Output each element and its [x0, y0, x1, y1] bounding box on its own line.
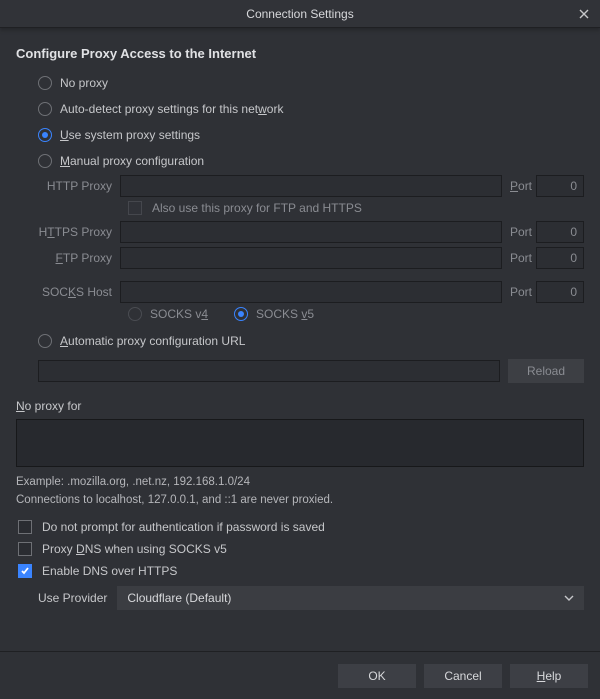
- radio-icon: [38, 334, 52, 348]
- radio-manual-proxy[interactable]: Manual proxy configuration: [38, 149, 584, 173]
- opt-label: Proxy DNS when using SOCKS v5: [42, 542, 227, 556]
- also-use-label: Also use this proxy for FTP and HTTPS: [152, 201, 362, 215]
- radio-socks-v4[interactable]: SOCKS v4: [128, 307, 208, 321]
- port-label: Port: [502, 251, 536, 265]
- socks-host-label: SOCKS Host: [38, 285, 120, 299]
- radio-icon: [38, 128, 52, 142]
- auto-config-url-input[interactable]: [38, 360, 500, 382]
- checkbox-icon: [18, 564, 32, 578]
- options-block: Do not prompt for authentication if pass…: [16, 520, 584, 610]
- http-proxy-label: HTTP Proxy: [38, 179, 120, 193]
- opt-enable-doh[interactable]: Enable DNS over HTTPS: [18, 564, 584, 578]
- close-icon: [579, 9, 589, 19]
- socks-port-input[interactable]: [536, 281, 584, 303]
- opt-label: Enable DNS over HTTPS: [42, 564, 177, 578]
- http-proxy-port-input[interactable]: [536, 175, 584, 197]
- socks-version-row: SOCKS v4 SOCKS v5: [128, 307, 584, 321]
- ftp-proxy-row: FTP Proxy Port: [38, 247, 584, 269]
- checkbox-icon: [18, 542, 32, 556]
- port-label: Port: [502, 179, 536, 193]
- radio-icon: [38, 102, 52, 116]
- help-button[interactable]: Help: [510, 664, 588, 688]
- radio-auto-config-url[interactable]: Automatic proxy configuration URL: [38, 329, 584, 353]
- provider-select[interactable]: Cloudflare (Default): [117, 586, 584, 610]
- ftp-proxy-port-input[interactable]: [536, 247, 584, 269]
- radio-system-proxy[interactable]: Use system proxy settings: [38, 123, 584, 147]
- https-proxy-label: HTTPS Proxy: [38, 225, 120, 239]
- http-proxy-host-input[interactable]: [120, 175, 502, 197]
- no-proxy-textarea[interactable]: [16, 419, 584, 467]
- http-proxy-row: HTTP Proxy Port: [38, 175, 584, 197]
- titlebar: Connection Settings: [0, 0, 600, 28]
- no-proxy-label: No proxy for: [16, 399, 584, 413]
- ftp-proxy-label: FTP Proxy: [38, 251, 120, 265]
- radio-icon: [38, 76, 52, 90]
- socks-host-row: SOCKS Host Port: [38, 281, 584, 303]
- radio-socks-v5[interactable]: SOCKS v5: [234, 307, 314, 321]
- no-proxy-block: No proxy for Example: .mozilla.org, .net…: [16, 399, 584, 506]
- doh-provider-row: Use Provider Cloudflare (Default): [38, 586, 584, 610]
- radio-label: No proxy: [60, 76, 108, 90]
- https-proxy-port-input[interactable]: [536, 221, 584, 243]
- radio-label: Automatic proxy configuration URL: [60, 334, 245, 348]
- https-proxy-host-input[interactable]: [120, 221, 502, 243]
- opt-dont-prompt[interactable]: Do not prompt for authentication if pass…: [18, 520, 584, 534]
- radio-auto-detect[interactable]: Auto-detect proxy settings for this netw…: [38, 97, 584, 121]
- checkbox-icon: [128, 201, 142, 215]
- ok-button[interactable]: OK: [338, 664, 416, 688]
- checkbox-icon: [18, 520, 32, 534]
- reload-button[interactable]: Reload: [508, 359, 584, 383]
- radio-label: SOCKS v4: [150, 307, 208, 321]
- radio-label: Manual proxy configuration: [60, 154, 204, 168]
- window-title: Connection Settings: [246, 7, 353, 21]
- opt-label: Do not prompt for authentication if pass…: [42, 520, 325, 534]
- provider-value: Cloudflare (Default): [127, 591, 231, 605]
- radio-label: Use system proxy settings: [60, 128, 200, 142]
- radio-label: Auto-detect proxy settings for this netw…: [60, 102, 283, 116]
- radio-icon: [234, 307, 248, 321]
- chevron-down-icon: [564, 593, 574, 603]
- port-label: Port: [502, 285, 536, 299]
- cancel-button[interactable]: Cancel: [424, 664, 502, 688]
- radio-no-proxy[interactable]: No proxy: [38, 71, 584, 95]
- radio-icon: [38, 154, 52, 168]
- close-button[interactable]: [568, 0, 600, 28]
- dialog-footer: OK Cancel Help: [0, 651, 600, 699]
- auto-config-url-row: Reload: [38, 359, 584, 383]
- provider-label: Use Provider: [38, 591, 107, 605]
- ftp-proxy-host-input[interactable]: [120, 247, 502, 269]
- port-label: Port: [502, 225, 536, 239]
- dialog-content: Configure Proxy Access to the Internet N…: [0, 28, 600, 620]
- section-header: Configure Proxy Access to the Internet: [16, 46, 584, 61]
- also-use-proxy-row[interactable]: Also use this proxy for FTP and HTTPS: [128, 201, 584, 215]
- opt-proxy-dns[interactable]: Proxy DNS when using SOCKS v5: [18, 542, 584, 556]
- radio-label: SOCKS v5: [256, 307, 314, 321]
- radio-icon: [128, 307, 142, 321]
- socks-host-input[interactable]: [120, 281, 502, 303]
- no-proxy-localhost-note: Connections to localhost, 127.0.0.1, and…: [16, 494, 584, 506]
- no-proxy-example: Example: .mozilla.org, .net.nz, 192.168.…: [16, 476, 584, 488]
- https-proxy-row: HTTPS Proxy Port: [38, 221, 584, 243]
